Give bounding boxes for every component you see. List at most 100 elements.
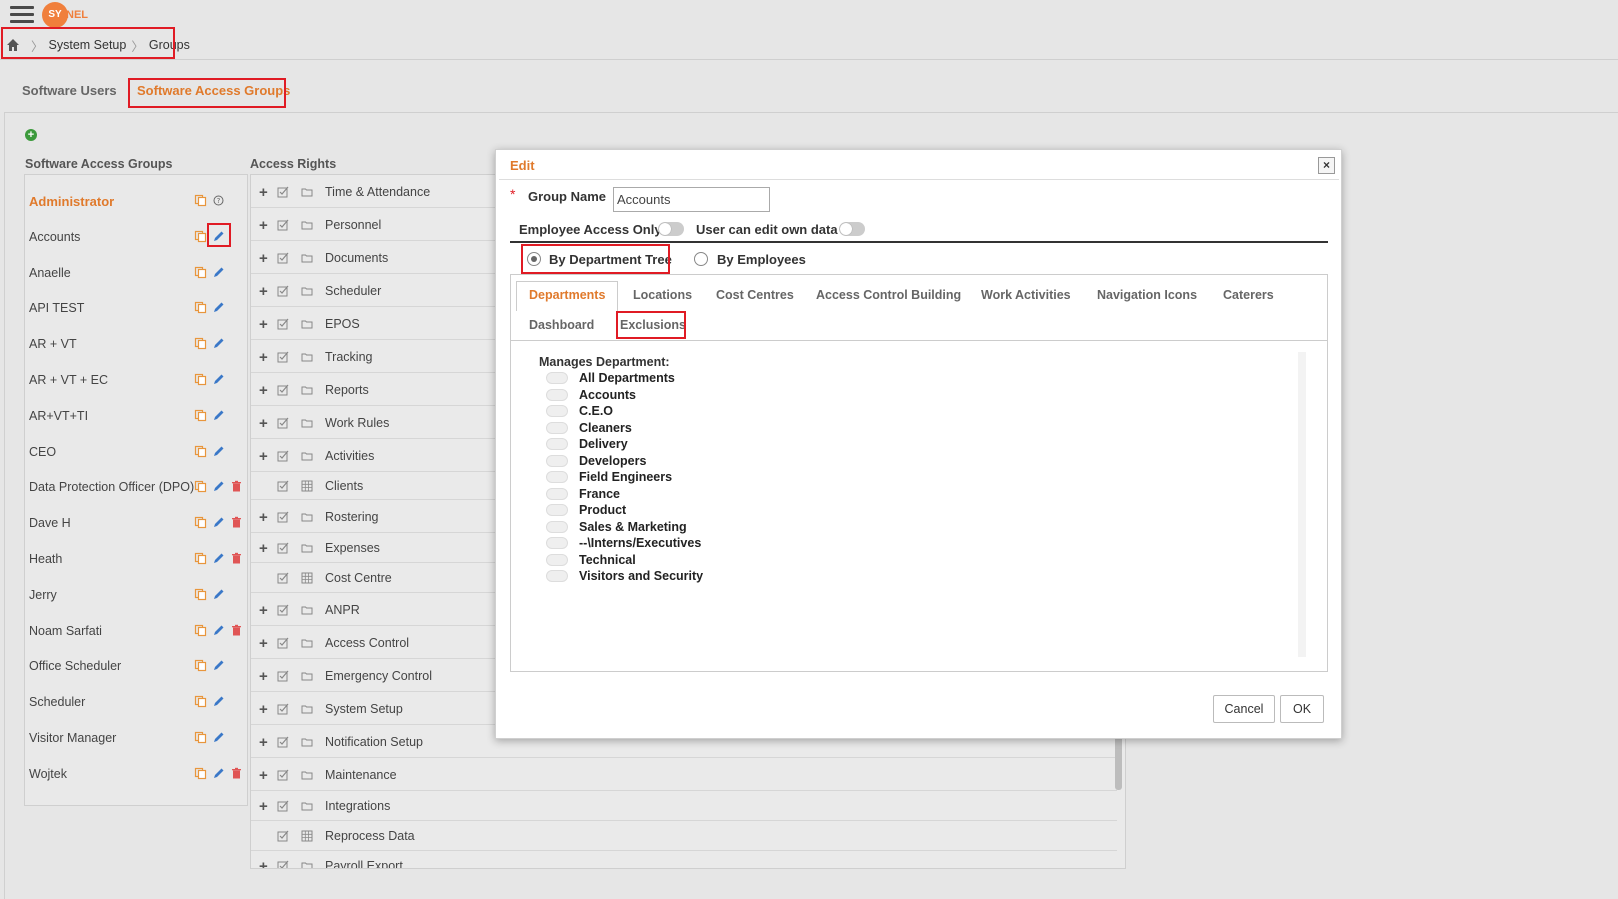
by-employees-radio[interactable] <box>694 252 708 266</box>
copy-icon[interactable] <box>194 767 207 780</box>
tab-access-control-building[interactable]: Access Control Building <box>816 288 961 302</box>
access-right-row[interactable]: + Integrations <box>251 791 1117 821</box>
group-name[interactable]: Administrator <box>29 194 114 209</box>
copy-icon[interactable] <box>194 516 207 529</box>
permission-icon[interactable] <box>277 285 289 297</box>
expand-icon[interactable]: + <box>259 602 268 619</box>
permission-icon[interactable] <box>277 480 289 492</box>
expand-icon[interactable]: + <box>259 767 268 784</box>
delete-icon[interactable] <box>230 552 243 565</box>
permission-icon[interactable] <box>277 511 289 523</box>
permission-icon[interactable] <box>277 450 289 462</box>
permission-icon[interactable] <box>277 703 289 715</box>
group-row[interactable]: Office Scheduler <box>29 648 245 684</box>
edit-icon[interactable] <box>212 445 225 458</box>
department-toggle[interactable] <box>546 553 568 566</box>
edit-icon[interactable] <box>212 230 225 243</box>
permission-icon[interactable] <box>277 800 289 812</box>
permission-icon[interactable] <box>277 384 289 396</box>
department-toggle[interactable] <box>546 570 568 582</box>
delete-icon[interactable] <box>230 624 243 637</box>
group-row[interactable]: AR+VT+TI <box>29 398 245 434</box>
permission-icon[interactable] <box>277 219 289 231</box>
copy-icon[interactable] <box>194 445 207 458</box>
department-toggle[interactable] <box>546 454 568 467</box>
permission-icon[interactable] <box>277 670 289 682</box>
tab-software-users[interactable]: Software Users <box>22 83 117 98</box>
copy-icon[interactable] <box>194 588 207 601</box>
tab-software-access-groups[interactable]: Software Access Groups <box>137 83 290 98</box>
copy-icon[interactable] <box>194 230 207 243</box>
group-row[interactable]: AR + VT + EC <box>29 362 245 398</box>
group-name[interactable]: Accounts <box>29 230 80 244</box>
breadcrumb-groups[interactable]: Groups <box>149 38 190 52</box>
department-toggle[interactable] <box>546 537 568 549</box>
edit-icon[interactable] <box>212 552 225 565</box>
tab-navigation-icons[interactable]: Navigation Icons <box>1097 288 1197 302</box>
group-row[interactable]: Anaelle <box>29 255 245 291</box>
department-toggle[interactable] <box>546 388 568 401</box>
group-name[interactable]: API TEST <box>29 301 84 315</box>
tab-cost-centres[interactable]: Cost Centres <box>716 288 794 302</box>
close-icon[interactable]: × <box>1318 157 1335 174</box>
delete-icon[interactable] <box>230 480 243 493</box>
edit-icon[interactable] <box>212 659 225 672</box>
group-name[interactable]: CEO <box>29 445 56 459</box>
group-name[interactable]: AR+VT+TI <box>29 409 88 423</box>
expand-icon[interactable]: + <box>259 635 268 652</box>
user-can-edit-toggle[interactable] <box>839 222 865 236</box>
tab-exclusions[interactable]: Exclusions <box>620 318 686 332</box>
expand-icon[interactable]: + <box>259 798 268 815</box>
breadcrumb-system-setup[interactable]: System Setup <box>49 38 127 52</box>
expand-icon[interactable]: + <box>259 734 268 751</box>
cancel-button[interactable]: Cancel <box>1213 695 1275 723</box>
group-name[interactable]: Noam Sarfati <box>29 624 102 638</box>
group-row[interactable]: Wojtek <box>29 756 245 792</box>
permission-icon[interactable] <box>277 604 289 616</box>
expand-icon[interactable]: + <box>259 316 268 333</box>
group-row[interactable]: Accounts <box>29 219 245 255</box>
expand-icon[interactable]: + <box>259 448 268 465</box>
expand-icon[interactable]: + <box>259 858 268 868</box>
edit-icon[interactable] <box>212 767 225 780</box>
copy-icon[interactable] <box>194 624 207 637</box>
permission-icon[interactable] <box>277 417 289 429</box>
by-employees-label[interactable]: By Employees <box>717 252 806 267</box>
department-toggle[interactable] <box>546 504 568 516</box>
department-scrollbar[interactable] <box>1298 352 1306 657</box>
access-right-row[interactable]: + Payroll Export <box>251 851 1117 868</box>
permission-icon[interactable] <box>277 830 289 842</box>
permission-icon[interactable] <box>277 186 289 198</box>
delete-icon[interactable] <box>230 516 243 529</box>
group-row[interactable]: Administrator? <box>29 183 245 219</box>
menu-icon[interactable] <box>10 6 34 24</box>
group-name[interactable]: Visitor Manager <box>29 731 116 745</box>
edit-icon[interactable] <box>212 480 225 493</box>
tab-locations[interactable]: Locations <box>633 288 692 302</box>
expand-icon[interactable]: + <box>259 382 268 399</box>
group-name[interactable]: Data Protection Officer (DPO) <box>29 480 194 494</box>
group-name[interactable]: AR + VT <box>29 337 77 351</box>
group-row[interactable]: Visitor Manager <box>29 720 245 756</box>
employee-access-only-toggle[interactable] <box>658 222 684 236</box>
department-toggle[interactable] <box>546 372 568 384</box>
group-name[interactable]: Heath <box>29 552 62 566</box>
tab-work-activities[interactable]: Work Activities <box>981 288 1071 302</box>
group-name[interactable]: Anaelle <box>29 266 71 280</box>
tab-dashboard[interactable]: Dashboard <box>529 318 594 332</box>
copy-icon[interactable] <box>194 337 207 350</box>
edit-icon[interactable] <box>212 588 225 601</box>
department-toggle[interactable] <box>546 520 568 533</box>
copy-icon[interactable] <box>194 373 207 386</box>
edit-icon[interactable] <box>212 409 225 422</box>
home-icon[interactable] <box>6 38 20 52</box>
edit-icon[interactable] <box>212 337 225 350</box>
edit-icon[interactable] <box>212 695 225 708</box>
access-right-row[interactable]: + Maintenance <box>251 758 1117 791</box>
expand-icon[interactable]: + <box>259 217 268 234</box>
group-name[interactable]: Scheduler <box>29 695 85 709</box>
group-row[interactable]: Heath <box>29 541 245 577</box>
expand-icon[interactable]: + <box>259 415 268 432</box>
permission-icon[interactable] <box>277 860 289 868</box>
copy-icon[interactable] <box>194 552 207 565</box>
